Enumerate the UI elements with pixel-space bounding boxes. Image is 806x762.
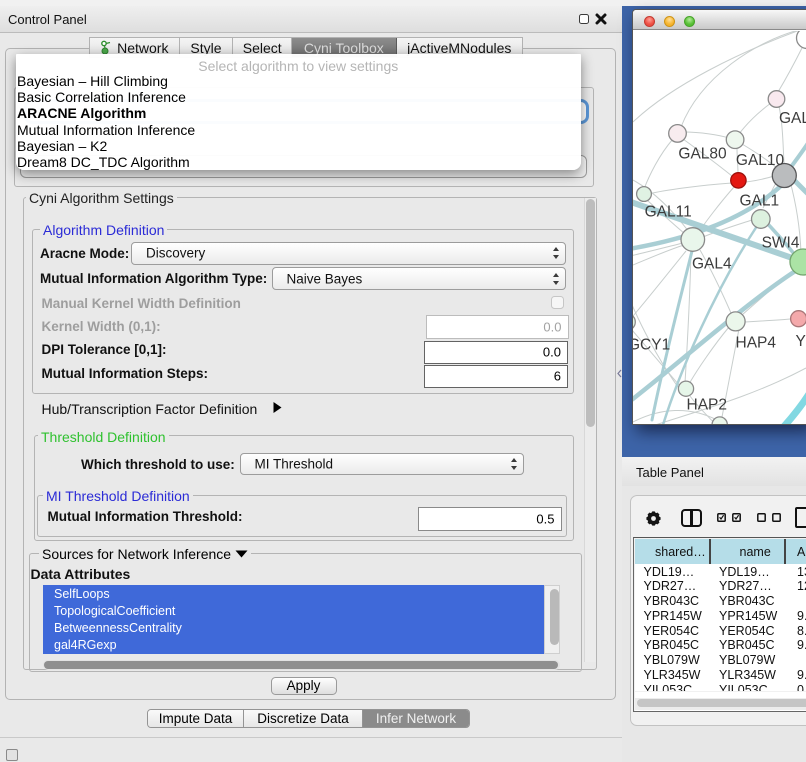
svg-text:GAL11: GAL11 xyxy=(645,204,692,221)
svg-text:Y: Y xyxy=(796,333,806,350)
svg-text:HAP4: HAP4 xyxy=(736,335,777,352)
svg-text:GAL2: GAL2 xyxy=(779,110,806,127)
svg-text:GAL4: GAL4 xyxy=(692,256,732,273)
svg-text:GAL1: GAL1 xyxy=(740,193,780,210)
svg-text:HAP2: HAP2 xyxy=(687,397,728,414)
svg-text:SWI4: SWI4 xyxy=(762,235,800,252)
svg-text:GCY1: GCY1 xyxy=(633,337,670,354)
svg-text:GAL80: GAL80 xyxy=(678,146,727,163)
svg-text:GAL10: GAL10 xyxy=(736,152,785,169)
